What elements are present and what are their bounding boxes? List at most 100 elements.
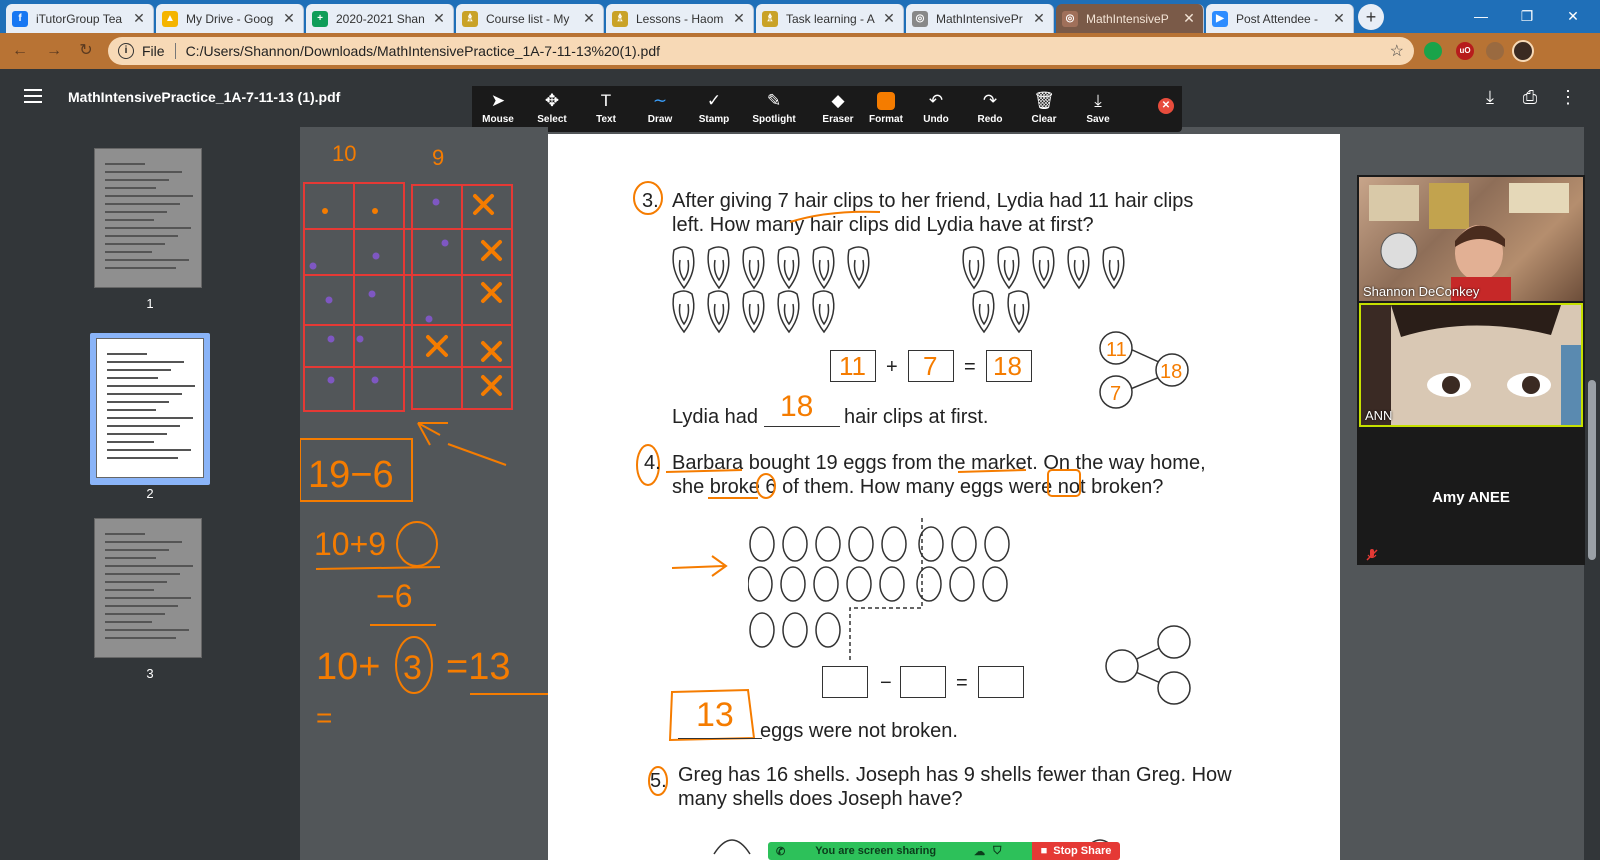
tool-stamp-button[interactable]: ✓ Stamp <box>688 90 740 125</box>
q4-number-bond <box>1105 625 1191 705</box>
browser-tab[interactable]: f iTutorGroup Tea ✕ <box>6 4 154 33</box>
q3-equals-sign: = <box>964 356 976 378</box>
browser-tab[interactable]: ▶ Post Attendee - ✕ <box>1206 4 1354 33</box>
page-number-label: 2 <box>146 486 154 501</box>
course-icon: ♗ <box>762 10 778 27</box>
tool-text-button[interactable]: T Text <box>580 90 632 125</box>
browser-tab[interactable]: ◎ MathIntensiveP ✕ <box>1056 4 1204 33</box>
q4-box-2[interactable] <box>900 666 946 698</box>
q3-box-1[interactable]: 11 <box>830 350 876 382</box>
close-tab-icon[interactable]: ✕ <box>881 10 897 27</box>
extension-green-icon[interactable] <box>1424 42 1442 60</box>
tool-undo-button[interactable]: ↶ Undo <box>910 90 962 125</box>
info-icon[interactable]: i <box>118 43 134 59</box>
scrollbar-thumb[interactable] <box>1588 380 1596 560</box>
forward-icon[interactable]: → <box>44 41 64 61</box>
pdf-page[interactable]: 3. After giving 7 hair clips to her frie… <box>548 134 1340 860</box>
page-thumbnail-1[interactable] <box>94 148 202 288</box>
format-icon <box>860 90 912 112</box>
close-tab-icon[interactable]: ✕ <box>431 10 447 27</box>
close-tab-icon[interactable]: ✕ <box>1031 10 1047 27</box>
tool-mouse-button[interactable]: ➤ Mouse <box>472 90 524 125</box>
restore-button[interactable]: ❐ <box>1504 4 1550 28</box>
menu-icon[interactable] <box>24 89 42 103</box>
new-tab-button[interactable]: + <box>1358 4 1384 30</box>
browser-tab-strip: f iTutorGroup Tea ✕ ▲ My Drive - Goog ✕ +2020-… <box>0 0 1600 33</box>
tool-save-button[interactable]: ⤓ Save <box>1072 90 1124 125</box>
url-text[interactable]: C:/Users/Shannon/Downloads/MathIntensive… <box>186 43 1390 59</box>
egg-pictures <box>748 518 1010 662</box>
browser-tab[interactable]: ♗ Lessons - Haom ✕ <box>606 4 754 33</box>
close-tab-icon[interactable]: ✕ <box>281 10 297 27</box>
close-tab-icon[interactable]: ✕ <box>1181 10 1197 27</box>
egg-icon <box>848 526 874 562</box>
extension-puzzle-icon[interactable] <box>1486 42 1504 60</box>
ublock-extension-icon[interactable]: uO <box>1456 42 1474 60</box>
page-thumbnail-3[interactable] <box>94 518 202 658</box>
tool-label: Redo <box>977 114 1003 125</box>
page-thumbnail-2[interactable] <box>96 338 204 478</box>
print-icon[interactable]: ⎙ <box>1518 87 1542 108</box>
browser-tab[interactable]: ♗ Course list - My ✕ <box>456 4 604 33</box>
tab-title: MathIntensiveP <box>1086 11 1169 26</box>
svg-text:7: 7 <box>1110 383 1121 405</box>
profile-avatar[interactable] <box>1512 40 1534 62</box>
tool-format-button[interactable]: Format <box>860 90 912 125</box>
close-tab-icon[interactable]: ✕ <box>131 10 147 27</box>
q4-minus-sign: − <box>880 672 892 694</box>
q4-answer[interactable]: 13 <box>696 696 734 735</box>
q4-box-3[interactable] <box>978 666 1024 698</box>
tool-draw-button[interactable]: ∼ Draw <box>634 90 686 125</box>
cross-marks <box>426 194 502 396</box>
q4-underline-marks <box>665 469 1081 499</box>
close-annotation-icon[interactable]: ✕ <box>1158 98 1174 114</box>
q3-answer-prefix: Lydia had <box>672 406 758 428</box>
bookmark-star-icon[interactable]: ☆ <box>1390 41 1404 61</box>
q3-box-2[interactable]: 7 <box>908 350 954 382</box>
tool-select-button[interactable]: ✥ Select <box>526 90 578 125</box>
tool-clear-button[interactable]: 🗑 Clear <box>1018 90 1070 125</box>
minimize-button[interactable]: — <box>1458 4 1504 28</box>
egg-icon <box>749 612 775 648</box>
tab-title: My Drive - Goog <box>186 11 274 26</box>
video-tile-shannon[interactable]: Shannon DeConkey <box>1359 177 1583 301</box>
browser-tab[interactable]: +2020-2021 Shan ✕ <box>306 4 454 33</box>
close-window-button[interactable]: ✕ <box>1550 4 1596 28</box>
close-tab-icon[interactable]: ✕ <box>731 10 747 27</box>
download-icon[interactable]: ⤓ <box>1478 87 1502 108</box>
hair-clip-icon <box>742 290 765 334</box>
phone-icon: ✆ <box>776 845 786 858</box>
q4-answer-suffix: eggs were not broken. <box>760 720 958 742</box>
hair-clip-icon <box>777 290 800 334</box>
reload-icon[interactable]: ↻ <box>76 41 96 61</box>
stop-share-button[interactable]: ■ Stop Share <box>1032 842 1120 860</box>
address-bar[interactable]: i File C:/Users/Shannon/Downloads/MathIn… <box>108 37 1414 65</box>
q4-box-1[interactable] <box>822 666 868 698</box>
close-tab-icon[interactable]: ✕ <box>581 10 597 27</box>
hair-clip-icon <box>1007 290 1030 334</box>
undo-icon: ↶ <box>928 91 944 110</box>
tool-eraser-button[interactable]: ◆ Eraser <box>812 90 864 125</box>
tool-redo-button[interactable]: ↷ Redo <box>964 90 1016 125</box>
q3-answer[interactable]: 18 <box>780 390 813 424</box>
redo-icon: ↷ <box>982 91 998 110</box>
screen-sharing-status[interactable]: ✆ You are screen sharing ☁ ⛉ <box>768 842 1032 860</box>
tab-title: MathIntensivePr <box>936 11 1023 26</box>
browser-tab[interactable]: ▲ My Drive - Goog ✕ <box>156 4 304 33</box>
tool-label: Clear <box>1031 114 1057 125</box>
hair-clips-underline <box>789 210 881 223</box>
back-icon[interactable]: ← <box>10 41 30 61</box>
browser-tab[interactable]: ♗ Task learning - A ✕ <box>756 4 904 33</box>
annotation-toolbar: ➤ Mouse ✥ Select T Text ∼ Draw ✓ Stamp ✎ Spotlight ◆… <box>472 86 1182 132</box>
q3-box-3[interactable]: 18 <box>986 350 1032 382</box>
close-tab-icon[interactable]: ✕ <box>1331 10 1347 27</box>
tool-spotlight-button[interactable]: ✎ Spotlight <box>748 90 800 125</box>
hair-clip-icon <box>1067 246 1090 290</box>
shannon-video-feed <box>1369 183 1569 301</box>
save-icon: ⤓ <box>1094 91 1102 110</box>
browser-tab[interactable]: ◎ MathIntensivePr ✕ <box>906 4 1054 33</box>
q3-answer-line <box>764 426 840 427</box>
video-tile-ann[interactable]: ANN <box>1359 303 1583 427</box>
more-options-icon[interactable]: ⋮ <box>1556 87 1580 108</box>
column-label-9: 9 <box>432 145 444 170</box>
